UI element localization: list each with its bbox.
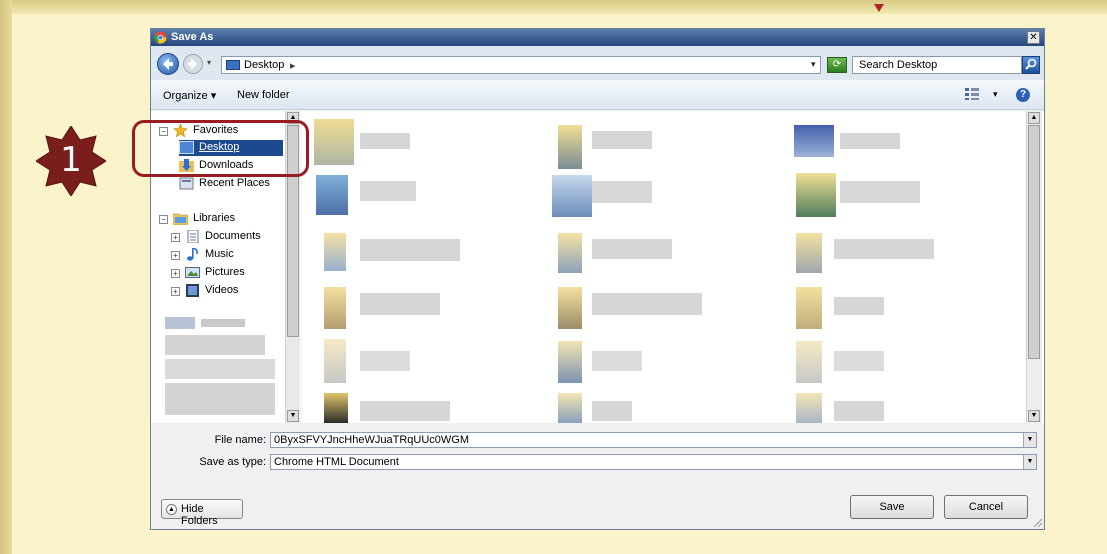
pictures-expander[interactable]: +	[171, 269, 180, 278]
nav-label-music: Music	[205, 248, 234, 260]
pictures-icon	[185, 267, 200, 278]
save-type-value: Chrome HTML Document	[274, 456, 399, 468]
address-field[interactable]: Desktop ▸	[221, 56, 821, 74]
back-icon	[163, 58, 173, 70]
save-type-dropdown[interactable]: ▼	[1023, 455, 1036, 469]
resize-grip-icon[interactable]	[1031, 516, 1043, 528]
forward-button[interactable]	[183, 54, 203, 74]
file-scrollbar[interactable]: ▲ ▼	[1026, 111, 1042, 423]
blurred-nav-items	[165, 317, 281, 417]
search-input[interactable]: Search Desktop	[852, 56, 1022, 74]
search-icon	[1025, 58, 1037, 70]
file-scroll-thumb[interactable]	[1028, 125, 1040, 359]
cancel-button[interactable]: Cancel	[944, 495, 1028, 519]
videos-icon	[186, 284, 199, 297]
file-scroll-up[interactable]: ▲	[1028, 112, 1040, 124]
back-button[interactable]	[157, 53, 179, 75]
views-dropdown[interactable]: ▾	[993, 89, 998, 100]
help-icon: ?	[1019, 89, 1027, 100]
file-scroll-down[interactable]: ▼	[1028, 410, 1040, 422]
views-icon[interactable]	[965, 88, 979, 100]
dialog-title: Save As	[171, 31, 214, 43]
folder-icon	[173, 213, 188, 225]
address-dropdown[interactable]: ▾	[811, 59, 816, 70]
nav-label-documents: Documents	[205, 230, 261, 242]
address-location: Desktop	[244, 59, 285, 71]
documents-expander[interactable]: +	[171, 233, 180, 242]
help-button[interactable]: ?	[1016, 88, 1030, 102]
search-button[interactable]	[1022, 56, 1040, 74]
title-bar[interactable]: Save As ✕	[151, 29, 1044, 46]
address-bar: ▾ Desktop ▸ ▾ ⟳ Search Desktop	[151, 46, 1044, 80]
recent-places-icon	[179, 177, 194, 190]
hide-folders-label: Hide Folders	[181, 503, 218, 527]
refresh-button[interactable]: ⟳	[827, 57, 847, 73]
desktop-highlight	[132, 120, 309, 177]
close-button[interactable]: ✕	[1027, 31, 1040, 44]
file-name-dropdown[interactable]: ▼	[1023, 433, 1036, 447]
new-folder-button[interactable]: New folder	[237, 89, 290, 101]
pointer-marker-icon	[874, 4, 884, 12]
file-list-pane	[302, 111, 1044, 423]
nav-label-libraries: Libraries	[193, 212, 236, 224]
documents-icon	[187, 230, 199, 243]
file-name-value: 0ByxSFVYJncHheWJuaTRqUUc0WGM	[274, 434, 469, 446]
badge-number: 1	[60, 140, 82, 180]
nav-label-pictures: Pictures	[205, 266, 245, 278]
organize-menu[interactable]: Organize ▾	[163, 89, 216, 102]
background-left-border	[0, 0, 12, 554]
background-top-border	[0, 0, 1107, 14]
address-caret[interactable]: ▸	[290, 59, 296, 72]
nav-label-videos: Videos	[205, 284, 239, 296]
save-button[interactable]: Save	[850, 495, 934, 519]
libraries-expander[interactable]: −	[159, 215, 168, 224]
save-as-dialog: Save As ✕ ▾ Desktop ▸ ▾ ⟳ Search Desktop	[150, 28, 1045, 530]
nav-scroll-down[interactable]: ▼	[287, 410, 299, 422]
chevron-up-icon: ▲	[166, 504, 177, 515]
refresh-icon: ⟳	[832, 59, 842, 70]
desktop-icon	[226, 60, 240, 70]
forward-icon	[188, 58, 197, 70]
videos-expander[interactable]: +	[171, 287, 180, 296]
chrome-icon	[154, 31, 167, 44]
command-bar: Organize ▾ New folder ▾ ?	[151, 80, 1044, 110]
music-expander[interactable]: +	[171, 251, 180, 260]
search-placeholder: Search Desktop	[859, 59, 938, 71]
recent-pages-dropdown[interactable]: ▾	[207, 58, 211, 67]
file-name-label: File name:	[214, 434, 266, 446]
step-badge: 1	[35, 125, 107, 197]
save-type-label: Save as type:	[199, 456, 266, 468]
nav-label-recent-places: Recent Places	[199, 177, 270, 189]
hide-folders-button[interactable]: ▲ Hide Folders	[161, 499, 243, 527]
music-icon	[187, 248, 198, 261]
file-name-input[interactable]: 0ByxSFVYJncHheWJuaTRqUUc0WGM ▼	[270, 432, 1037, 448]
save-type-select[interactable]: Chrome HTML Document ▼	[270, 454, 1037, 470]
